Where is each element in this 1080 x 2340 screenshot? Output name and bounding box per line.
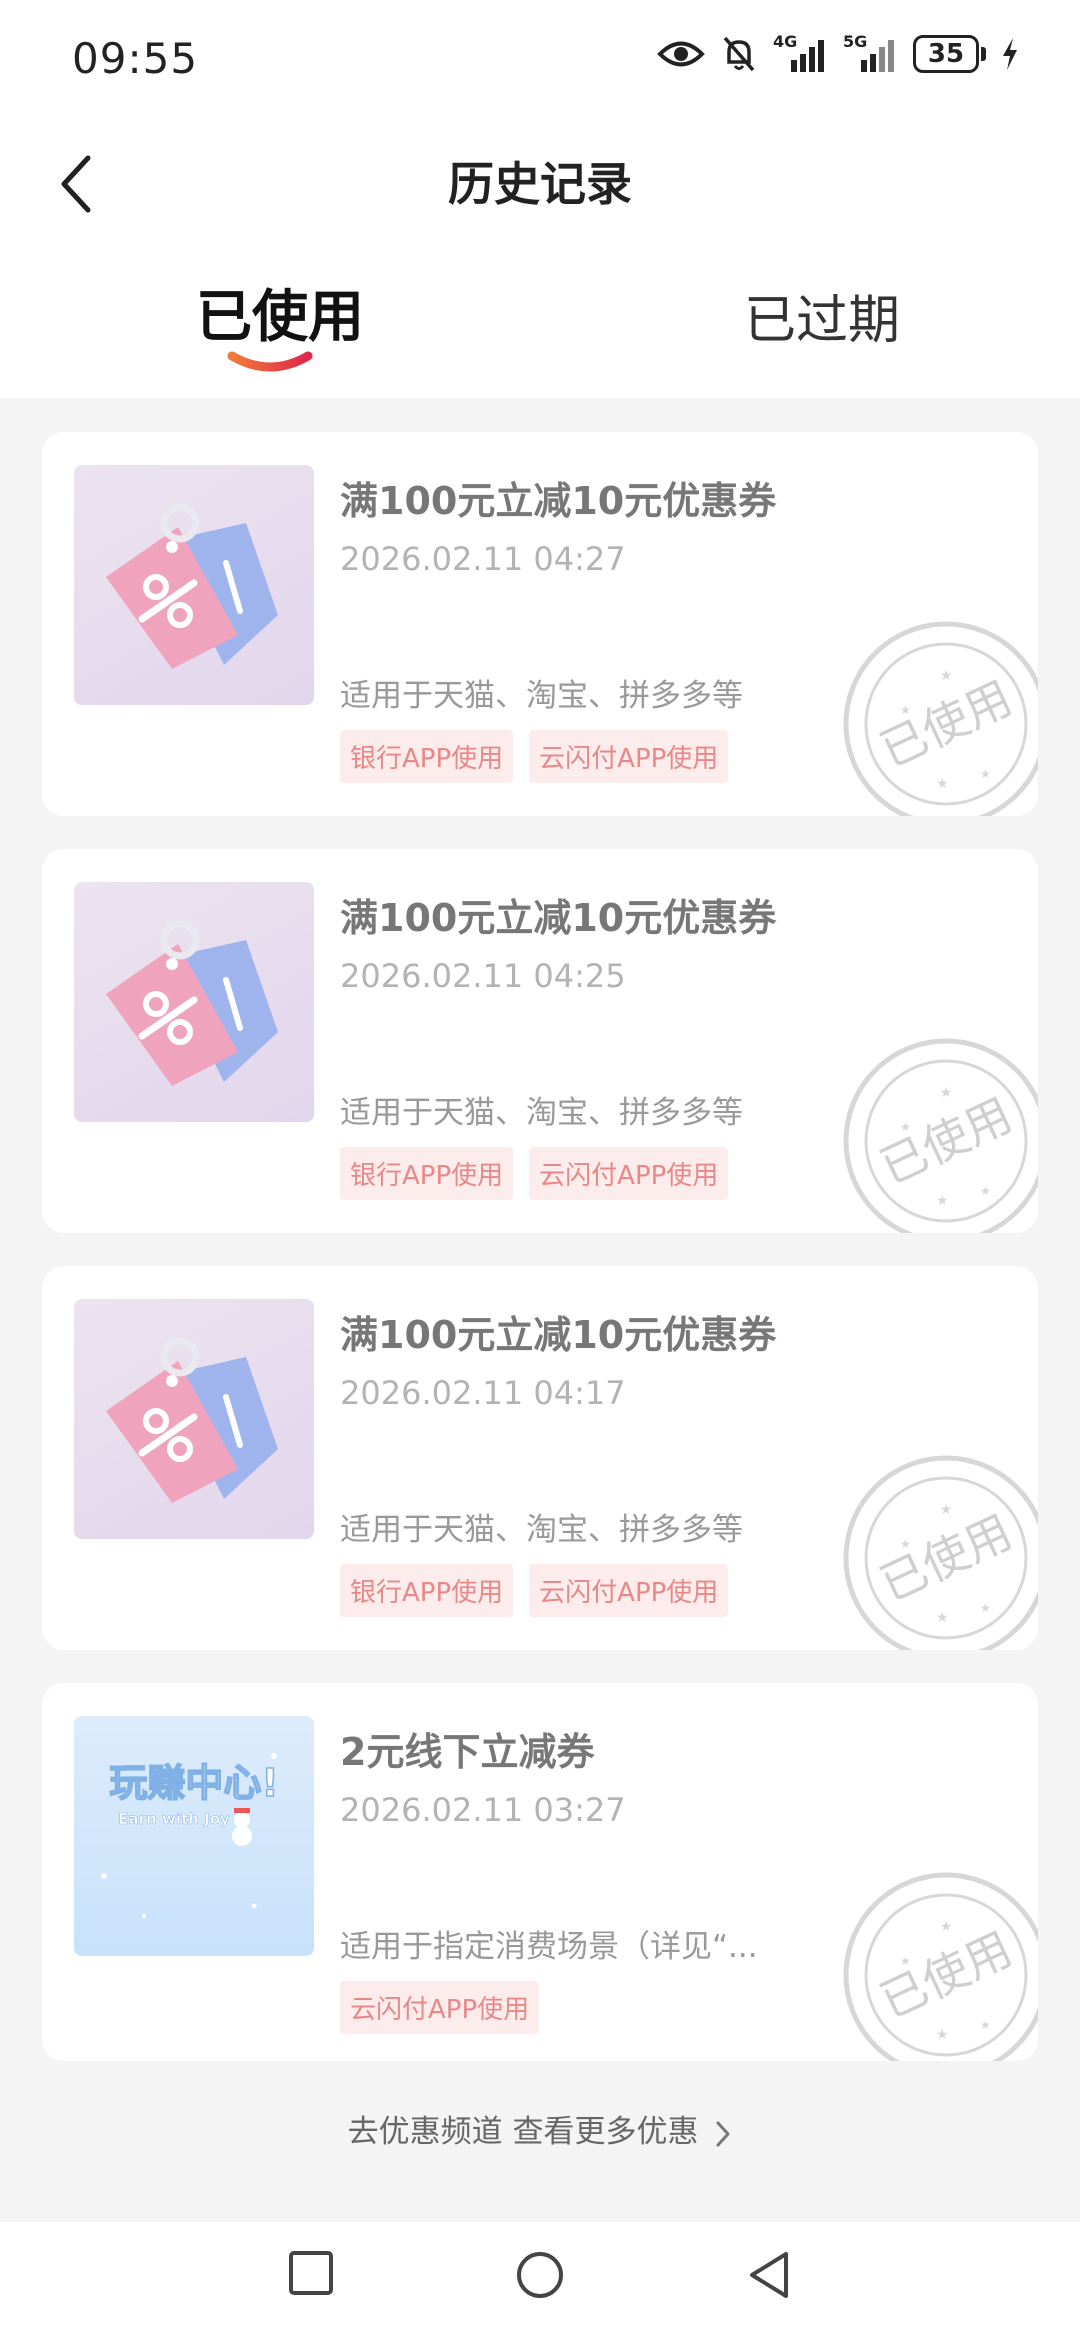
- coupon-list: 满100元立减10元优惠券 2026.02.11 04:27 适用于天猫、淘宝、…: [42, 432, 1038, 2094]
- coupon-card[interactable]: 玩赚中心! Earn with Joy 2元线下立减券 2026.02.11 0…: [42, 1683, 1038, 2061]
- coupon-scope: 适用于天猫、淘宝、拼多多等: [340, 1095, 743, 1131]
- coupon-tag: 云闪付APP使用: [529, 1564, 729, 1617]
- more-offers-label: 去优惠频道 查看更多优惠: [347, 2114, 699, 2150]
- stamp-text: 已使用: [872, 1921, 1020, 2028]
- page-title: 历史记录: [448, 157, 632, 211]
- tab-expired[interactable]: 已过期: [744, 278, 900, 353]
- used-stamp-icon: ★ ★ ★ ★ 已使用: [843, 1038, 1038, 1233]
- svg-text:★: ★: [936, 1610, 949, 1626]
- used-stamp-icon: ★ ★ ★ ★ 已使用: [843, 621, 1038, 816]
- status-time: 09:55: [72, 34, 199, 83]
- coupon-tag: 云闪付APP使用: [340, 1981, 540, 2034]
- chevron-right-icon: [716, 2121, 730, 2146]
- status-icons: 4G 5G 35: [657, 32, 1020, 74]
- coupon-tags: 银行APP使用 云闪付APP使用: [340, 1564, 729, 1617]
- coupon-date: 2026.02.11 04:25: [340, 957, 626, 995]
- signal-5g-icon: 5G: [843, 32, 899, 74]
- banner-title: 玩赚中心!: [109, 1761, 278, 1805]
- coupon-date: 2026.02.11 04:17: [340, 1374, 626, 1412]
- discount-tags-icon: [74, 465, 314, 705]
- svg-text:★: ★: [940, 668, 953, 684]
- signal-4g-icon: 4G: [773, 32, 829, 74]
- svg-text:★: ★: [980, 2018, 991, 2032]
- svg-text:★: ★: [936, 776, 949, 792]
- svg-text:★: ★: [936, 2027, 949, 2043]
- stamp-text: 已使用: [872, 1504, 1020, 1611]
- battery-level: 35: [913, 35, 979, 73]
- coupon-card[interactable]: 满100元立减10元优惠券 2026.02.11 04:25 适用于天猫、淘宝、…: [42, 849, 1038, 1233]
- svg-text:★: ★: [980, 1601, 991, 1615]
- coupon-title: 满100元立减10元优惠券: [340, 1313, 777, 1357]
- coupon-tags: 银行APP使用 云闪付APP使用: [340, 1147, 729, 1200]
- coupon-scope: 适用于天猫、淘宝、拼多多等: [340, 1512, 743, 1548]
- stamp-text: 已使用: [872, 670, 1020, 777]
- back-nav-button[interactable]: [746, 2250, 792, 2300]
- svg-text:★: ★: [940, 1919, 953, 1935]
- coupon-title: 满100元立减10元优惠券: [340, 479, 777, 523]
- home-button[interactable]: [515, 2250, 565, 2300]
- recent-apps-button[interactable]: [288, 2250, 334, 2296]
- earn-center-banner: 玩赚中心! Earn with Joy: [74, 1716, 314, 1956]
- coupon-card[interactable]: 满100元立减10元优惠券 2026.02.11 04:27 适用于天猫、淘宝、…: [42, 432, 1038, 816]
- coupon-tag: 银行APP使用: [340, 1147, 514, 1200]
- coupon-scope: 适用于天猫、淘宝、拼多多等: [340, 678, 743, 714]
- used-stamp-icon: ★ ★ ★ ★ 已使用: [843, 1872, 1038, 2061]
- coupon-tag: 云闪付APP使用: [529, 1147, 729, 1200]
- coupon-date: 2026.02.11 04:27: [340, 540, 626, 578]
- coupon-title: 满100元立减10元优惠券: [340, 896, 777, 940]
- svg-text:★: ★: [940, 1085, 953, 1101]
- used-stamp-icon: ★ ★ ★ ★ 已使用: [843, 1455, 1038, 1650]
- coupon-scope: 适用于指定消费场景（详见“...: [340, 1929, 758, 1965]
- more-offers-link[interactable]: 去优惠频道 查看更多优惠: [0, 2106, 1080, 2151]
- eye-icon: [657, 41, 705, 67]
- tab-used[interactable]: 已使用: [196, 272, 364, 353]
- coupon-date: 2026.02.11 03:27: [340, 1791, 626, 1829]
- charging-icon: [1003, 38, 1017, 70]
- svg-text:★: ★: [940, 1502, 953, 1518]
- coupon-tags: 银行APP使用 云闪付APP使用: [340, 730, 729, 783]
- tab-active-indicator: [227, 351, 313, 372]
- battery-icon: 35: [913, 35, 986, 73]
- bell-muted-icon: [723, 36, 755, 72]
- status-bar: 09:55 4G 5G 35: [0, 0, 1080, 120]
- coupon-card[interactable]: 满100元立减10元优惠券 2026.02.11 04:17 适用于天猫、淘宝、…: [42, 1266, 1038, 1650]
- stamp-text: 已使用: [872, 1087, 1020, 1194]
- nav-header: 历史记录: [0, 120, 1080, 250]
- coupon-tag: 银行APP使用: [340, 730, 514, 783]
- svg-text:★: ★: [980, 767, 991, 781]
- banner-subtitle: Earn with Joy: [118, 1810, 230, 1828]
- svg-text:★: ★: [980, 1184, 991, 1198]
- discount-tags-icon: [74, 1299, 314, 1539]
- svg-text:★: ★: [936, 1193, 949, 1209]
- system-nav-bar: [0, 2222, 1080, 2340]
- discount-tags-icon: [74, 882, 314, 1122]
- coupon-tag: 银行APP使用: [340, 1564, 514, 1617]
- coupon-tag: 云闪付APP使用: [529, 730, 729, 783]
- coupon-title: 2元线下立减券: [340, 1730, 595, 1774]
- coupon-tags: 云闪付APP使用: [340, 1981, 540, 2034]
- tab-bar: 已使用 已过期: [0, 250, 1080, 398]
